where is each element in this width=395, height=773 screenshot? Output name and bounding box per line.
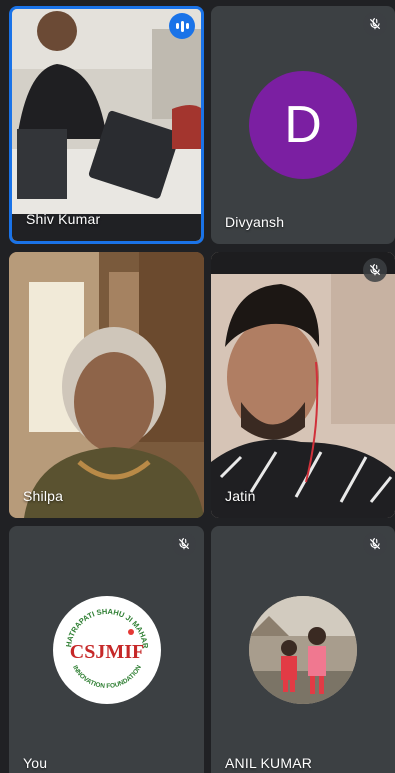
participant-name: You <box>23 755 48 771</box>
participant-name: Shilpa <box>23 488 64 504</box>
participant-name: Divyansh <box>225 214 285 230</box>
mic-off-icon <box>363 258 387 282</box>
participant-tile-you[interactable]: CHHATRAPATI SHAHU JI MAHARAJ CSJMIF INNO… <box>9 526 204 773</box>
participant-name: Shiv Kumar <box>26 211 101 227</box>
participant-name: Jatin <box>225 488 256 504</box>
participant-tile-anil-kumar[interactable]: ANIL KUMAR <box>211 526 395 773</box>
mic-off-icon <box>172 532 196 556</box>
video-feed-jatin <box>211 252 395 518</box>
avatar-initial: D <box>249 71 357 179</box>
svg-text:CSJMIF: CSJMIF <box>69 641 143 663</box>
participant-tile-divyansh[interactable]: D Divyansh <box>211 6 395 244</box>
video-feed-shiv-kumar <box>12 9 201 241</box>
participant-tile-shiv-kumar[interactable]: Shiv Kumar <box>9 6 204 244</box>
organization-logo: CHHATRAPATI SHAHU JI MAHARAJ CSJMIF INNO… <box>52 595 161 704</box>
participant-tile-shilpa[interactable]: Shilpa <box>9 252 204 518</box>
video-feed-shilpa <box>9 252 204 518</box>
mic-off-icon <box>363 12 387 36</box>
participant-name: ANIL KUMAR <box>225 755 313 771</box>
participant-tile-jatin[interactable]: Jatin <box>211 252 395 518</box>
speaking-indicator-icon <box>169 13 195 39</box>
avatar-photo <box>249 595 357 704</box>
mic-off-icon <box>363 532 387 556</box>
